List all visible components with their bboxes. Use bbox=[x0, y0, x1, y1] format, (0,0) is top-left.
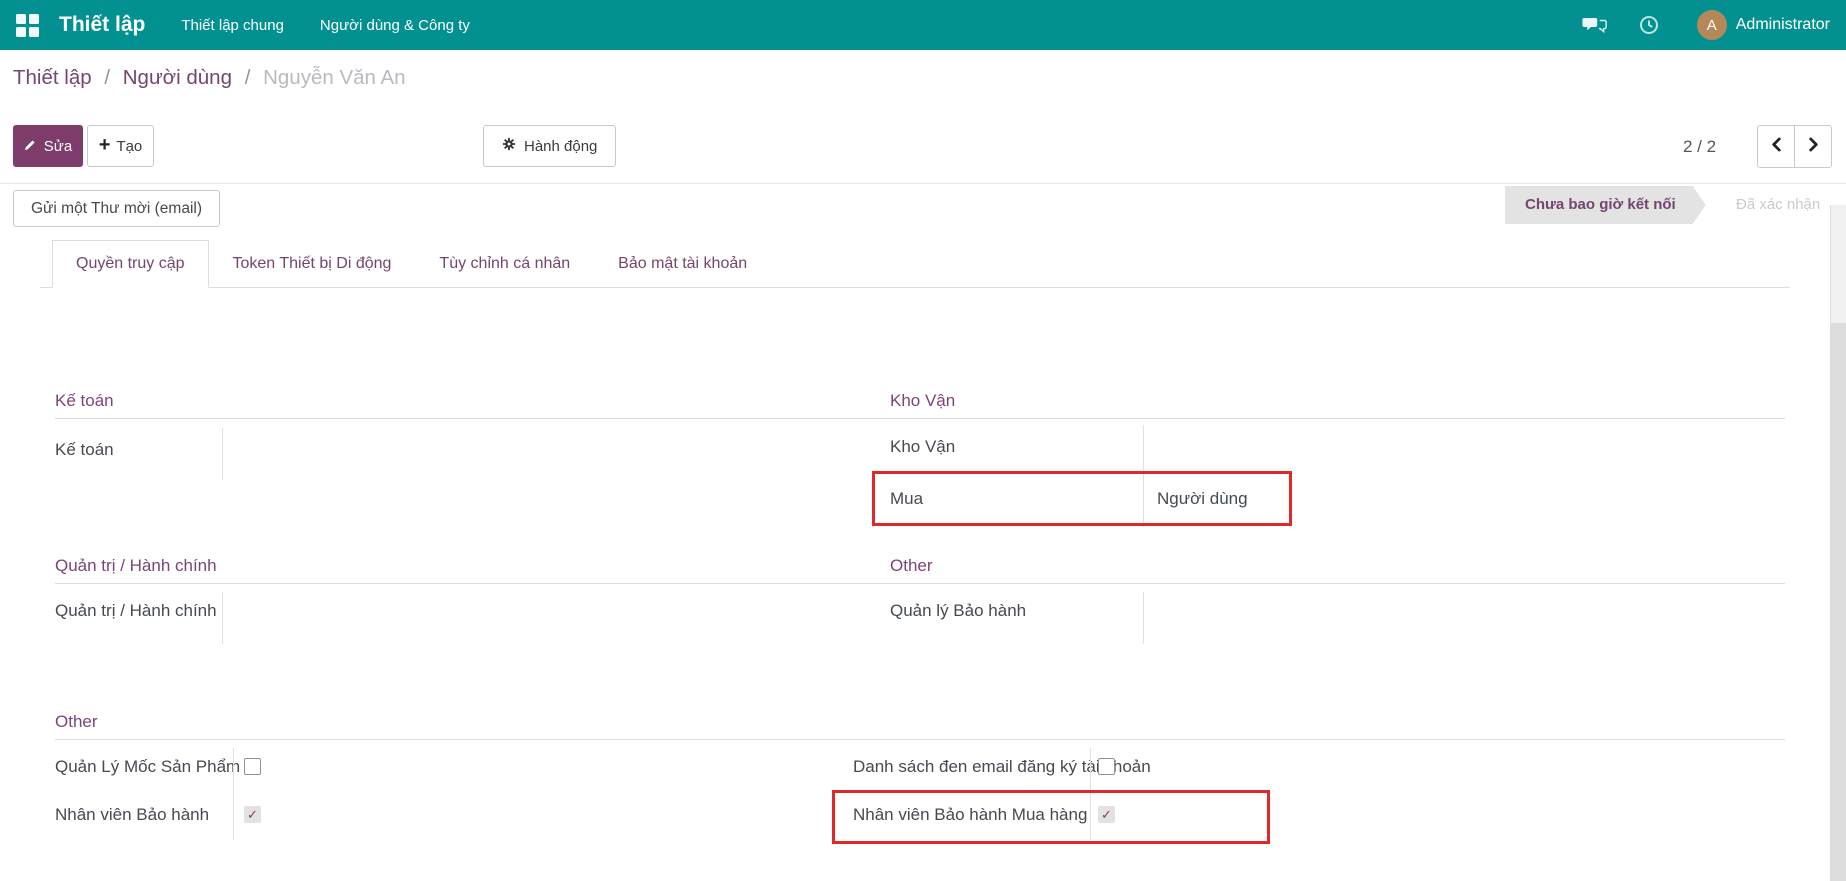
field-separator bbox=[1090, 748, 1091, 840]
action-button[interactable]: Hành động bbox=[483, 125, 616, 167]
create-button-label: Tạo bbox=[116, 138, 142, 155]
field-separator bbox=[233, 748, 234, 840]
chevron-left-icon bbox=[1770, 136, 1783, 158]
app-name[interactable]: Thiết lập bbox=[59, 13, 145, 37]
field-label-product-milestone: Quản Lý Mốc Sản Phẩm bbox=[55, 757, 240, 777]
section-title-administration: Quản trị / Hành chính bbox=[55, 556, 890, 584]
field-label-warranty-purchase-employee: Nhân viên Bảo hành Mua hàng bbox=[853, 805, 1087, 825]
chat-icon[interactable] bbox=[1582, 17, 1607, 34]
gear-icon bbox=[502, 137, 516, 155]
field-label-purchase: Mua bbox=[890, 489, 923, 509]
checkbox-email-blacklist[interactable] bbox=[1098, 758, 1115, 775]
chevron-right-icon bbox=[1807, 136, 1820, 158]
notebook-tabs: Quyền truy cập Token Thiết bị Di động Tù… bbox=[40, 240, 1790, 288]
create-button[interactable]: + Tạo bbox=[87, 125, 154, 167]
field-label-accounting: Kế toán bbox=[55, 440, 114, 460]
field-separator bbox=[1143, 592, 1144, 644]
breadcrumb-separator: / bbox=[104, 66, 110, 89]
send-invitation-button[interactable]: Gửi một Thư mời (email) bbox=[13, 190, 220, 227]
avatar[interactable]: A bbox=[1697, 10, 1727, 40]
pager bbox=[1757, 125, 1832, 168]
section-title-other-bottom: Other bbox=[55, 712, 1785, 740]
top-navbar: Thiết lập Thiết lập chung Người dùng & C… bbox=[0, 0, 1846, 50]
edit-button[interactable]: Sửa bbox=[13, 125, 83, 167]
nav-menu-general-settings[interactable]: Thiết lập chung bbox=[181, 17, 284, 34]
plus-icon: + bbox=[99, 135, 111, 155]
pager-next-button[interactable] bbox=[1794, 126, 1831, 167]
pencil-icon bbox=[24, 138, 37, 155]
field-value-purchase[interactable]: Người dùng bbox=[1157, 489, 1248, 509]
field-separator bbox=[222, 592, 223, 644]
field-label-warranty-manager: Quản lý Bảo hành bbox=[890, 601, 1026, 621]
field-separator bbox=[1143, 425, 1144, 527]
field-label-warranty-employee: Nhân viên Bảo hành bbox=[55, 805, 209, 825]
edit-button-label: Sửa bbox=[44, 138, 72, 155]
tab-mobile-device-token[interactable]: Token Thiết bị Di động bbox=[209, 240, 416, 288]
statusbar-stage-confirmed[interactable]: Đã xác nhận bbox=[1736, 186, 1820, 224]
pager-counter: 2 / 2 bbox=[1683, 125, 1716, 168]
odoo-settings-user-form: Thiết lập Thiết lập chung Người dùng & C… bbox=[0, 0, 1846, 881]
breadcrumb: Thiết lập / Người dùng / Nguyễn Văn An bbox=[13, 66, 406, 90]
checkbox-warranty-employee[interactable] bbox=[244, 806, 261, 823]
tab-access-rights[interactable]: Quyền truy cập bbox=[52, 240, 209, 288]
control-panel-divider bbox=[0, 183, 1846, 184]
field-separator bbox=[222, 428, 223, 480]
checkbox-warranty-purchase-employee[interactable] bbox=[1098, 806, 1115, 823]
breadcrumb-separator: / bbox=[245, 66, 251, 89]
navbar-right: A Administrator bbox=[1582, 10, 1830, 40]
field-label-inventory: Kho Vận bbox=[890, 437, 955, 457]
field-label-administration: Quản trị / Hành chính bbox=[55, 601, 217, 621]
tab-preferences[interactable]: Tùy chỉnh cá nhân bbox=[415, 240, 594, 288]
breadcrumb-settings[interactable]: Thiết lập bbox=[13, 66, 92, 89]
apps-menu-icon[interactable] bbox=[16, 14, 39, 37]
user-menu[interactable]: Administrator bbox=[1736, 16, 1830, 34]
pager-previous-button[interactable] bbox=[1758, 126, 1794, 167]
vertical-scrollbar-thumb[interactable] bbox=[1831, 323, 1846, 881]
section-title-other-right: Other bbox=[890, 556, 1785, 584]
action-button-label: Hành động bbox=[524, 138, 597, 155]
breadcrumb-current: Nguyễn Văn An bbox=[263, 66, 405, 89]
breadcrumb-users[interactable]: Người dùng bbox=[123, 66, 232, 89]
statusbar-stage-never-connected[interactable]: Chưa bao giờ kết nối bbox=[1505, 186, 1706, 224]
tab-account-security[interactable]: Bảo mật tài khoản bbox=[594, 240, 771, 288]
section-title-accounting: Kế toán bbox=[55, 391, 890, 419]
section-title-inventory: Kho Vận bbox=[890, 391, 1785, 419]
checkbox-product-milestone[interactable] bbox=[244, 758, 261, 775]
nav-menu-users-companies[interactable]: Người dùng & Công ty bbox=[320, 17, 470, 34]
clock-icon[interactable] bbox=[1639, 15, 1659, 35]
